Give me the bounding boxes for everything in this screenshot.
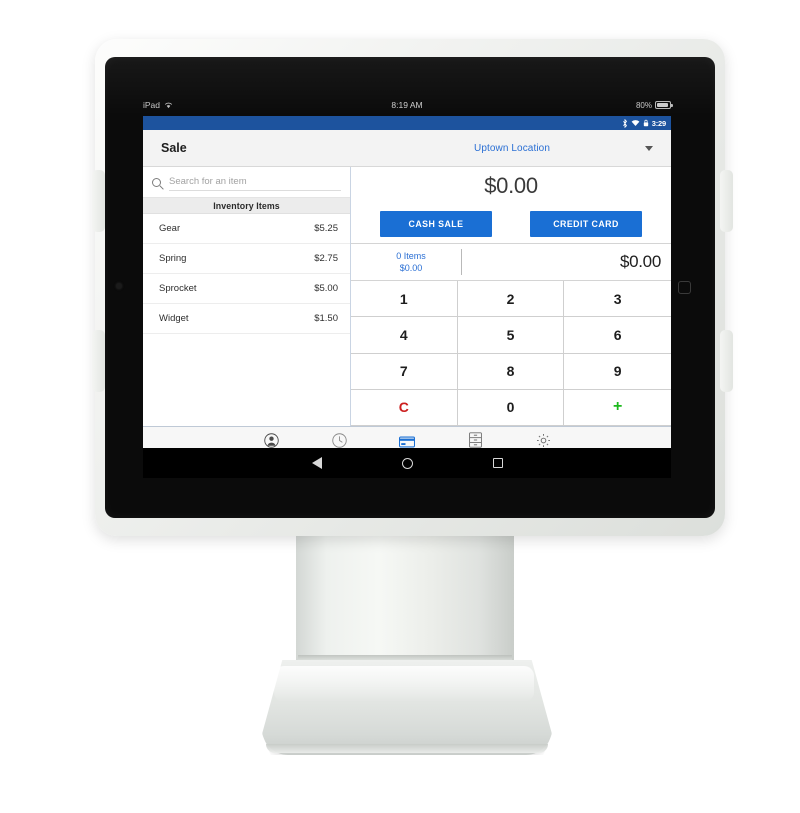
cart-subtotal: $0.00	[399, 263, 423, 273]
inventory-item-row[interactable]: Gear $5.25	[143, 214, 350, 244]
key-9[interactable]: 9	[564, 353, 671, 390]
tab-account[interactable]: Account	[246, 432, 296, 448]
inventory-item-price: $5.00	[314, 283, 338, 294]
inventory-item-row[interactable]: Spring $2.75	[143, 244, 350, 274]
cart-item-count: 0 Items	[396, 251, 426, 261]
inventory-item-row[interactable]: Widget $1.50	[143, 304, 350, 334]
inventory-item-row[interactable]: Sprocket $5.00	[143, 274, 350, 304]
location-label: Uptown Location	[474, 142, 550, 154]
inventory-panel: Inventory Items Gear $5.25 Spring $2.75 …	[143, 167, 351, 426]
numeric-keypad: 1 2 3 4 5 6 7 8 9 C 0 +	[351, 281, 671, 426]
key-5[interactable]: 5	[457, 317, 565, 354]
ios-status-bar: iPad 8:19 AM 80%	[143, 96, 673, 114]
wifi-icon	[631, 120, 640, 126]
screenshot-stage: iPad 8:19 AM 80% 3:29 Sale Uptown Locati…	[0, 0, 800, 813]
bottom-tab-bar: Account History	[143, 426, 671, 448]
credit-card-icon	[399, 432, 415, 448]
tab-history[interactable]: History	[314, 432, 364, 448]
enclosure-clip-left-top	[92, 170, 105, 232]
key-8[interactable]: 8	[457, 353, 565, 390]
cart-summary[interactable]: 0 Items $0.00 $0.00	[351, 243, 671, 281]
page-title: Sale	[161, 141, 187, 155]
recents-square-icon[interactable]	[492, 458, 503, 468]
cash-sale-button[interactable]: CASH SALE	[380, 211, 492, 237]
tablet-stand-highlight	[274, 666, 534, 702]
chevron-down-icon	[645, 145, 653, 151]
cart-total: $0.00	[619, 252, 661, 271]
location-selector[interactable]: Uptown Location	[474, 143, 653, 154]
app-bar: Sale Uptown Location	[143, 130, 671, 167]
amount-display: $0.00	[484, 173, 538, 198]
inventory-item-price: $2.75	[314, 253, 338, 264]
person-icon	[263, 432, 279, 448]
tab-settings[interactable]: Settings	[518, 432, 568, 448]
key-2[interactable]: 2	[457, 281, 565, 318]
main-content: Inventory Items Gear $5.25 Spring $2.75 …	[143, 167, 671, 426]
gear-icon	[536, 432, 551, 448]
enclosure-clip-right-bottom	[720, 330, 733, 392]
key-clear[interactable]: C	[351, 389, 458, 426]
tab-items[interactable]: Items	[450, 432, 500, 448]
payment-buttons: CASH SALE CREDIT CARD	[351, 205, 671, 243]
inventory-item-name: Spring	[159, 253, 187, 264]
enclosure-clip-left-bottom	[92, 330, 105, 392]
lock-icon	[643, 119, 648, 127]
inventory-item-name: Gear	[159, 223, 181, 234]
back-triangle-icon[interactable]	[311, 457, 322, 469]
battery-icon	[655, 101, 673, 109]
tablet-stand-foot	[266, 744, 548, 753]
inventory-item-name: Sprocket	[159, 283, 197, 294]
key-add[interactable]: +	[564, 389, 671, 426]
key-6[interactable]: 6	[564, 317, 671, 354]
android-clock: 3:29	[651, 118, 666, 128]
search-row	[143, 167, 350, 197]
credit-card-button[interactable]: CREDIT CARD	[530, 211, 642, 237]
key-0[interactable]: 0	[457, 389, 565, 426]
front-camera	[116, 283, 122, 289]
home-button[interactable]	[678, 281, 691, 294]
search-input[interactable]	[169, 173, 341, 191]
key-3[interactable]: 3	[564, 281, 671, 318]
search-icon	[152, 177, 161, 187]
key-1[interactable]: 1	[351, 281, 458, 318]
home-circle-icon[interactable]	[401, 457, 413, 469]
inventory-item-price: $1.50	[314, 313, 338, 324]
tab-sale[interactable]: Sale	[382, 432, 432, 448]
cart-summary-left: 0 Items $0.00	[375, 251, 447, 273]
cart-divider	[461, 249, 462, 275]
inventory-item-price: $5.25	[314, 223, 338, 234]
ios-clock: 8:19 AM	[391, 100, 423, 110]
drawers-icon	[468, 432, 482, 448]
enclosure-clip-right-top	[720, 170, 733, 232]
android-nav-bar	[143, 448, 671, 478]
bluetooth-icon	[622, 118, 627, 128]
key-4[interactable]: 4	[351, 317, 458, 354]
tablet-stand-seam	[298, 655, 512, 660]
sale-panel: $0.00 CASH SALE CREDIT CARD 0 Items $0.0…	[351, 167, 671, 426]
inventory-item-name: Widget	[159, 313, 189, 324]
inventory-header: Inventory Items	[143, 197, 350, 214]
android-status-bar: 3:29	[143, 116, 671, 130]
clock-icon	[331, 432, 347, 448]
tablet-stand-neck	[296, 521, 514, 669]
app-screen: 3:29 Sale Uptown Location Inventory Item…	[143, 116, 671, 448]
key-7[interactable]: 7	[351, 353, 458, 390]
